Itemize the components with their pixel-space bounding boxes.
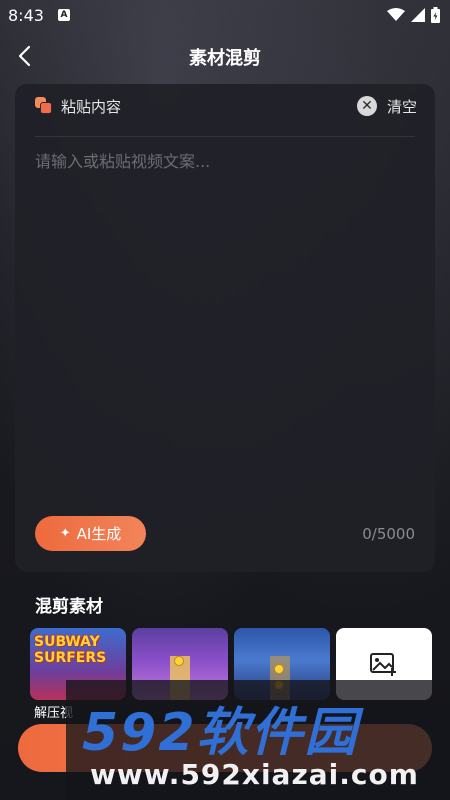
close-icon: ✕ xyxy=(356,96,377,116)
add-image-icon xyxy=(370,653,396,676)
paste-button[interactable]: 粘贴内容 xyxy=(35,94,121,118)
signal-icon xyxy=(411,8,425,22)
status-bar: 8:43 A xyxy=(0,0,450,32)
system-icons xyxy=(387,7,440,23)
wifi-icon xyxy=(387,8,405,21)
page-title: 素材混剪 xyxy=(189,48,261,69)
paste-label: 粘贴内容 xyxy=(61,97,122,116)
clear-button[interactable]: ✕ 清空 xyxy=(356,94,417,118)
ai-generate-button[interactable]: ✦ AI生成 xyxy=(35,516,146,551)
character-counter: 0/5000 xyxy=(362,525,415,543)
notification-icon: A xyxy=(58,9,70,21)
coin-graphic xyxy=(274,664,284,674)
materials-section-title: 混剪素材 xyxy=(35,597,103,617)
divider xyxy=(35,136,415,137)
paste-icon xyxy=(35,97,53,115)
header: 素材混剪 xyxy=(0,36,450,76)
watermark-overlay: 592软件园 www.592xiazai.com xyxy=(66,680,450,800)
sparkle-icon: ✦ xyxy=(59,526,71,541)
coin-graphic xyxy=(174,656,184,666)
status-time: 8:43 xyxy=(8,6,44,25)
script-editor-card: 粘贴内容 ✕ 清空 ✦ AI生成 0/5000 xyxy=(15,84,435,572)
battery-icon xyxy=(431,7,440,23)
clear-label: 清空 xyxy=(386,97,417,116)
game-logo: SUBWAY SURFERS xyxy=(34,634,107,666)
ai-generate-label: AI生成 xyxy=(76,525,122,543)
watermark-logo: 592软件园 xyxy=(82,703,359,763)
watermark-url: www.592xiazai.com xyxy=(90,758,419,791)
script-input[interactable] xyxy=(35,148,415,488)
